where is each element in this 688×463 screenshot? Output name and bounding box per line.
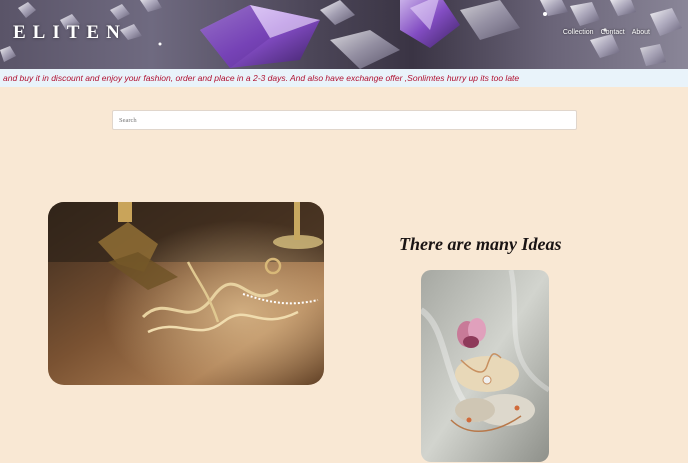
- top-nav: Collection Contact About: [563, 29, 650, 36]
- search-input[interactable]: [112, 110, 577, 130]
- jewelry-table-image: [48, 202, 324, 385]
- promo-marquee-text: and buy it in discount and enjoy your fa…: [3, 73, 520, 83]
- brand-logo[interactable]: ELITEN: [13, 22, 127, 44]
- section-headline: There are many Ideas: [399, 234, 562, 254]
- nav-link-collection[interactable]: Collection: [563, 29, 594, 36]
- hero-banner: ELITEN Collection Contact About: [0, 0, 688, 69]
- nav-link-contact[interactable]: Contact: [601, 29, 625, 36]
- necklace-stones-image: [421, 270, 549, 462]
- promo-marquee: and buy it in discount and enjoy your fa…: [0, 69, 688, 87]
- nav-link-about[interactable]: About: [632, 29, 650, 36]
